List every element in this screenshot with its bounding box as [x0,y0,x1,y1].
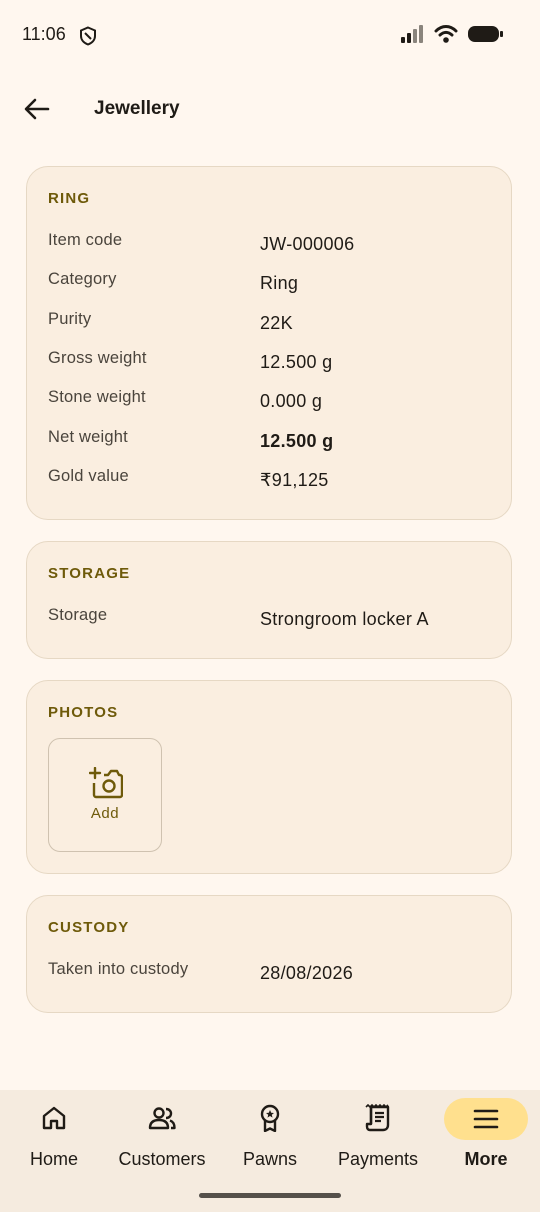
row-value: 12.500 g [260,431,334,451]
custody-card: CUSTODY Taken into custody 28/08/2026 [26,895,512,1013]
row-label: Gross weight [48,349,147,367]
wifi-icon [434,25,458,43]
nav-label: Pawns [242,1149,298,1169]
row-value: 28/08/2026 [260,963,354,983]
active-indicator [444,1098,528,1140]
nav-item-payments[interactable]: Payments [324,1090,432,1190]
detail-row-net-weight: Net weight 12.500 g [48,428,491,458]
gesture-handle[interactable] [199,1193,341,1198]
app-bar: Jewellery [0,72,540,144]
nav-item-customers[interactable]: Customers [108,1090,216,1190]
shield-icon [80,26,96,46]
detail-row-item-code: Item code JW-000006 [48,231,491,261]
signal-icon [401,25,423,43]
row-label: Category [48,270,117,288]
add-photo-button[interactable]: Add [48,738,162,852]
row-value: 12.500 g [260,352,333,372]
status-bar: 11:06 [0,0,540,72]
row-value: Ring [260,273,299,293]
card-title: STORAGE [48,565,131,582]
nav-label: More [464,1149,508,1169]
row-label: Gold value [48,467,129,485]
detail-row-storage: Storage Strongroom locker A [48,606,491,636]
row-label: Stone weight [48,388,146,406]
card-title: RING [48,190,91,207]
row-label: Item code [48,231,123,249]
home-icon [42,1106,66,1130]
add-photo-label: Add [90,805,120,822]
detail-row-gold-value: Gold value ₹91,125 [48,467,491,497]
menu-icon [473,1109,499,1129]
page-title: Jewellery [94,98,180,119]
detail-row-gross-weight: Gross weight 12.500 g [48,349,491,379]
detail-row-purity: Purity 22K [48,310,491,340]
add-photo-icon [89,767,123,799]
nav-item-home[interactable]: Home [0,1090,108,1190]
nav-item-pawns[interactable]: Pawns [216,1090,324,1190]
people-icon [148,1107,176,1130]
receipt-icon [365,1104,390,1132]
row-value: Strongroom locker A [260,609,429,629]
storage-card: STORAGE Storage Strongroom locker A [26,541,512,659]
nav-label: Home [29,1149,78,1169]
back-button[interactable] [18,90,56,128]
status-time: 11:06 [22,24,66,44]
status-icons [400,24,504,44]
item-details-card: RING Item code JW-000006 Category Ring P… [26,166,512,520]
nav-item-more[interactable]: More [432,1090,540,1190]
detail-row-taken-into-custody: Taken into custody 28/08/2026 [48,960,491,990]
detail-row-category: Category Ring [48,270,491,300]
battery-icon [468,26,503,42]
detail-row-stone-weight: Stone weight 0.000 g [48,388,491,418]
row-label: Taken into custody [48,960,189,978]
nav-label: Payments [337,1149,419,1169]
row-label: Net weight [48,428,128,446]
photos-card: PHOTOS Add [26,680,512,874]
nav-label: Customers [118,1149,206,1169]
row-value: 0.000 g [260,391,323,411]
arrow-back-icon [24,98,50,120]
card-title: PHOTOS [48,704,119,721]
card-title: CUSTODY [48,919,130,936]
row-value: 22K [260,313,293,333]
row-value: JW-000006 [260,234,355,254]
row-label: Storage [48,606,108,624]
row-label: Purity [48,310,92,328]
row-value: ₹91,125 [260,470,329,490]
badge-icon [260,1104,280,1132]
